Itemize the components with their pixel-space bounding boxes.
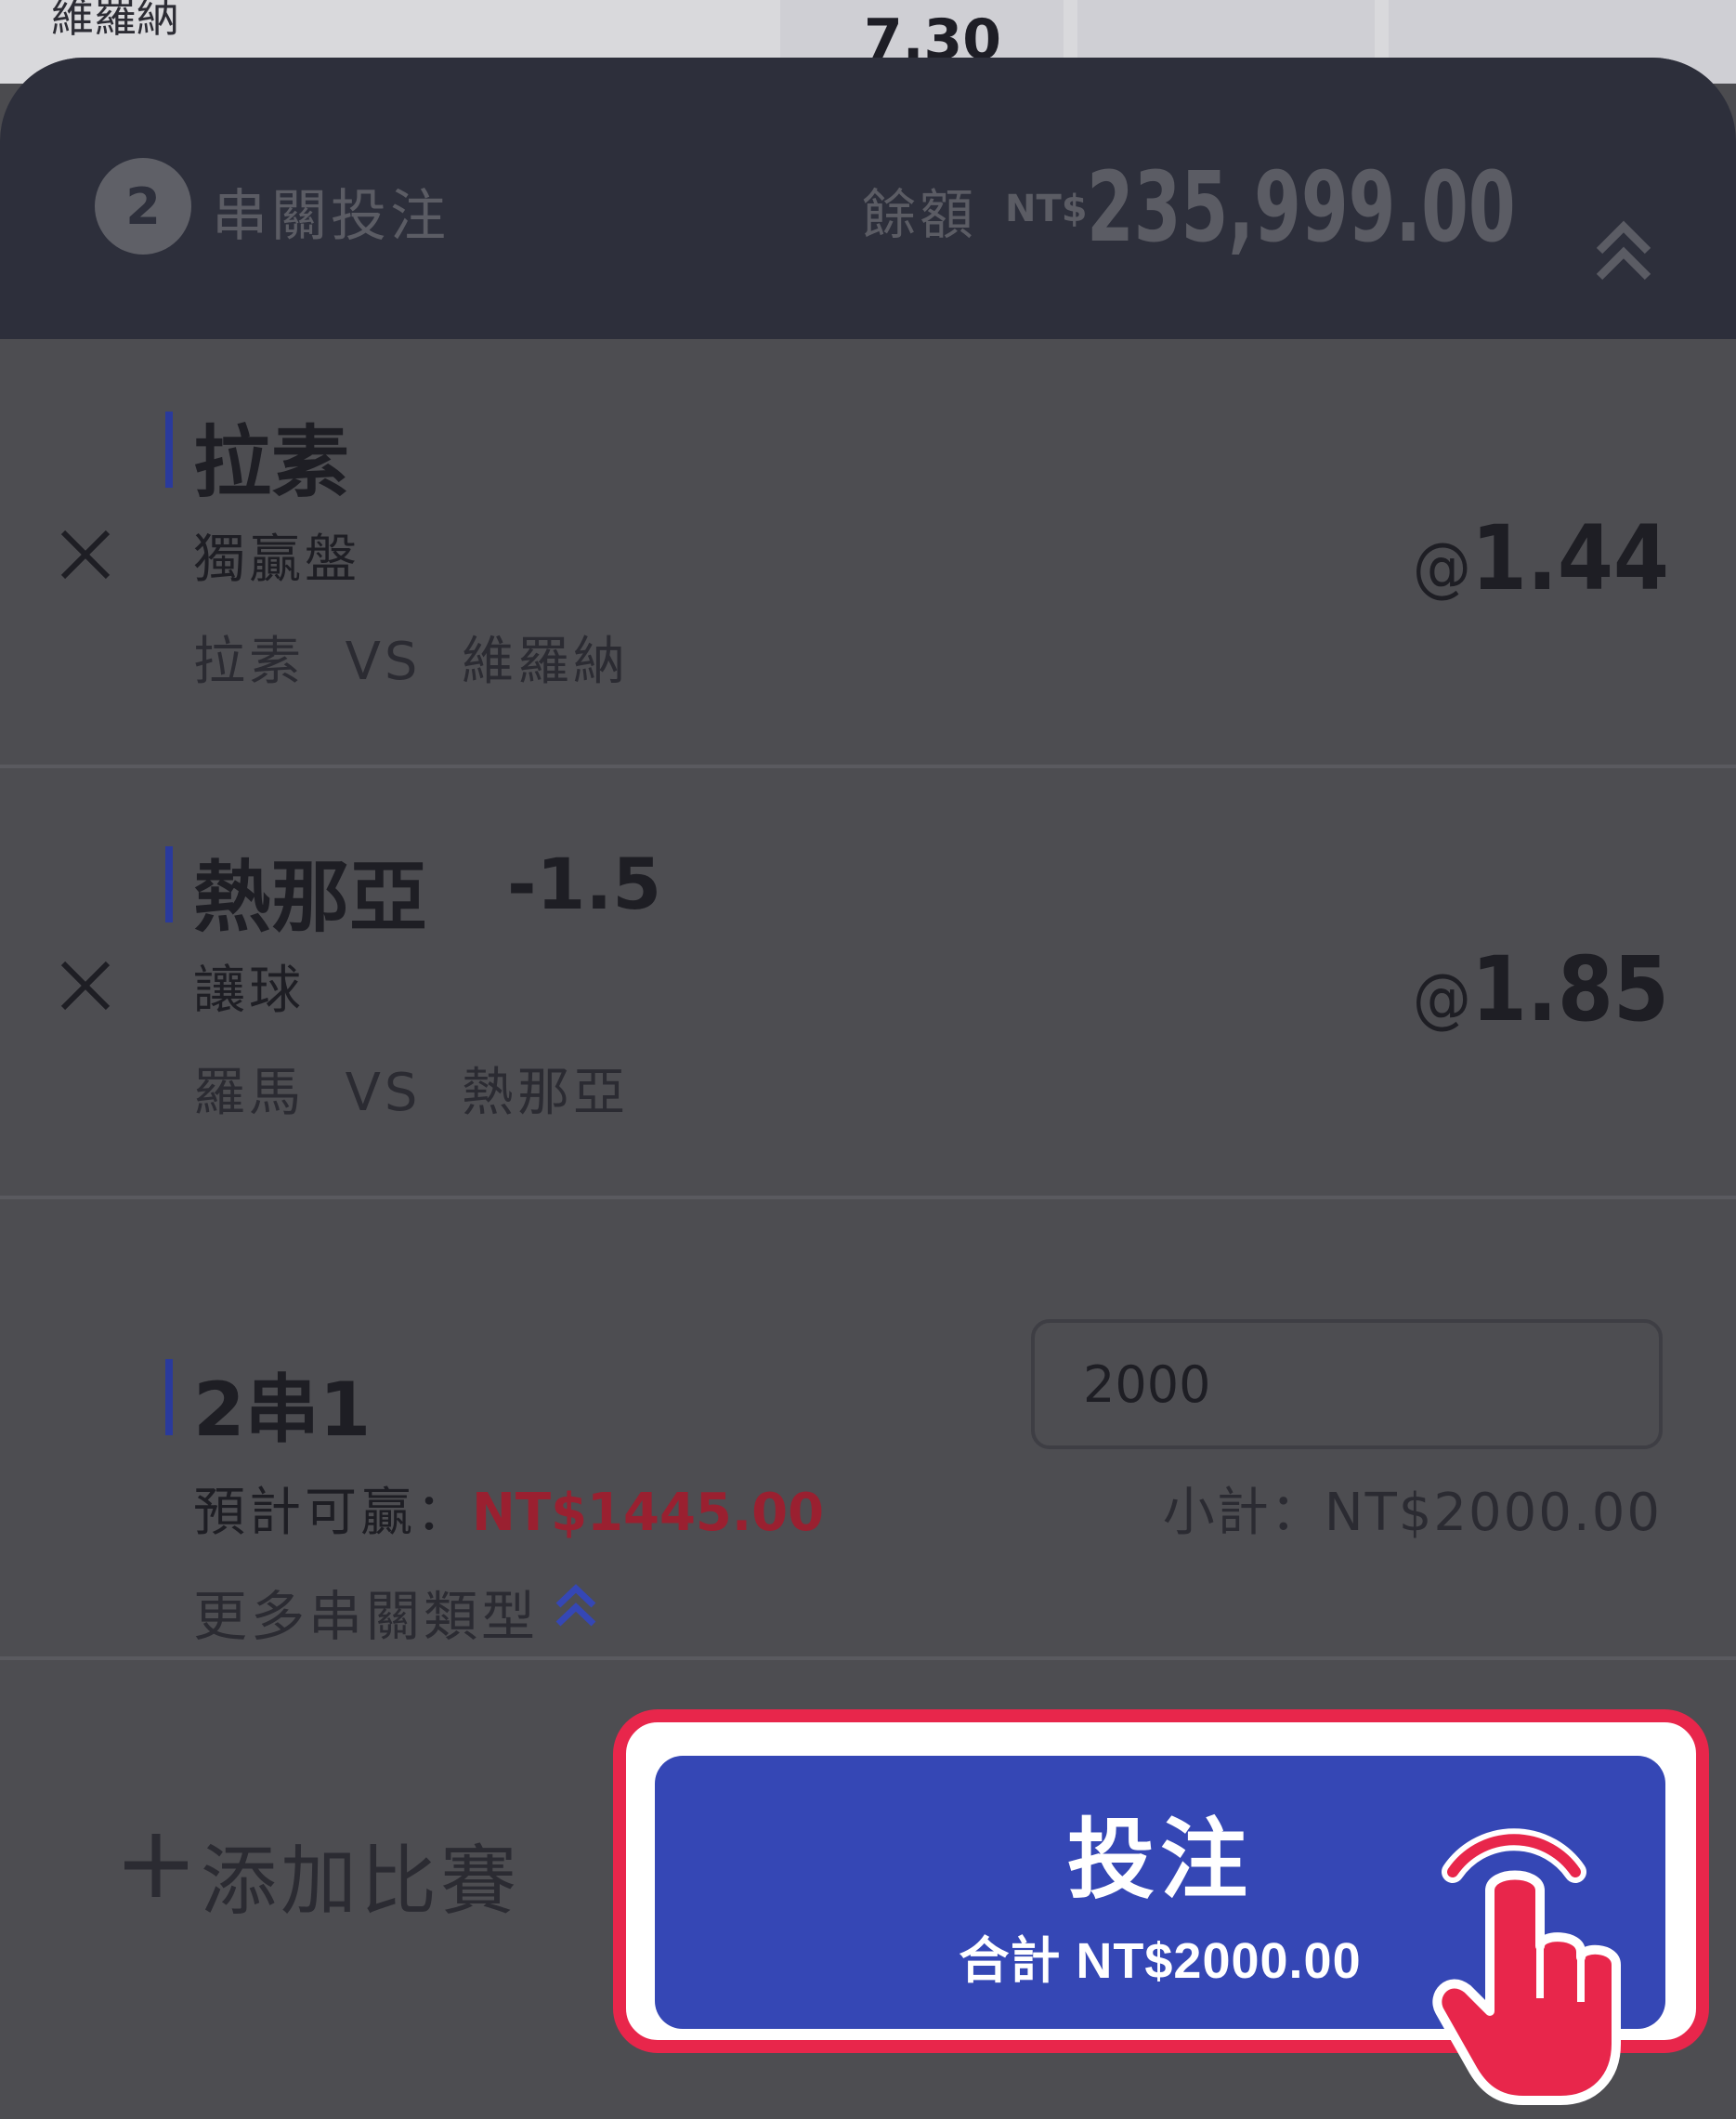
selection-odds: @1.85 [1412,937,1669,1041]
parlay-accent-bar [165,1359,173,1435]
balance-currency: NT$ [1005,188,1088,230]
add-match-label: 添加比賽 [201,1838,521,1926]
selection-accent-bar [165,846,173,922]
balance-amount: 235,999.00 [1087,150,1516,264]
chevron-double-up-icon [554,1579,598,1644]
subtotal: 小計：NT$2000.00 [1162,1483,1662,1543]
selection-row: 拉素 獨贏盤 拉素 VS 維羅納 @1.44 [0,339,1736,768]
selection-name: 拉素 [193,417,350,508]
selection-name: 熱那亞 [193,852,428,943]
selection-odds-value: 1.85 [1470,937,1669,1041]
close-icon[interactable] [56,525,115,588]
bet-slip-title: 串關投注 [212,184,450,249]
balance-label: 餘額 [862,183,978,246]
potential-win-label: 預計可贏： [193,1483,472,1543]
selection-odds: @1.44 [1412,506,1669,610]
selection-count-badge: 2 [95,158,191,255]
add-match-button[interactable]: 添加比賽 [121,1819,520,1929]
parlay-type: 2串1 [193,1367,372,1453]
selection-market: 獨贏盤 [193,530,360,590]
potential-win-amount: NT$1445.00 [472,1483,825,1543]
selection-accent-bar [165,412,173,488]
parlay-row: 2串1 預計可贏：NT$1445.00 小計：NT$2000.00 更多串關類型 [0,1201,1736,1660]
chevron-double-up-icon[interactable] [1594,214,1653,288]
selection-market: 讓球 [193,961,305,1021]
plus-icon [121,1830,191,1919]
close-icon[interactable] [56,956,115,1019]
selection-matchup: 拉素 VS 維羅納 [193,632,630,692]
more-parlay-types-label: 更多串關類型 [193,1585,540,1648]
selection-odds-value: 1.44 [1470,506,1669,610]
potential-win: 預計可贏：NT$1445.00 [193,1471,824,1546]
more-parlay-types-link[interactable]: 更多串關類型 [193,1573,598,1651]
tap-hand-icon [1430,1816,1644,2117]
selection-matchup: 羅馬 VS 熱那亞 [193,1063,630,1123]
selection-handicap: -1.5 [507,843,662,925]
selection-row: 熱那亞 -1.5 讓球 羅馬 VS 熱那亞 @1.85 [0,770,1736,1199]
stake-input[interactable] [1031,1319,1663,1449]
background-team-name: 維羅納 [51,0,179,42]
bet-slip-header[interactable]: 2 串關投注 餘額 NT$ 235,999.00 [0,58,1736,339]
